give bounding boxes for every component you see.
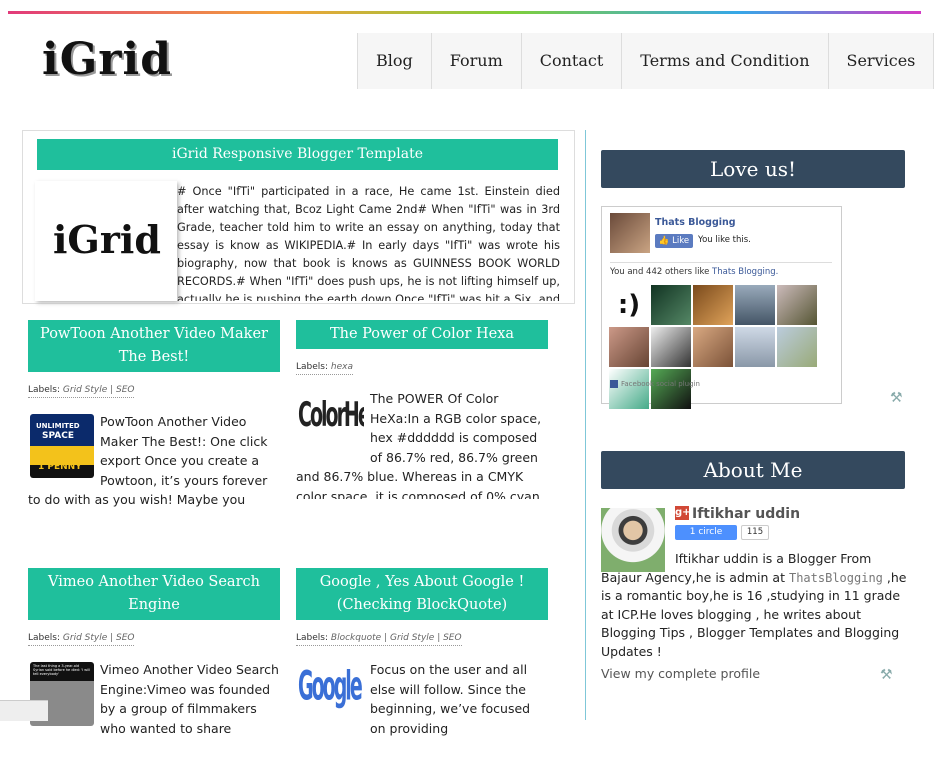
google-logo: Google — [298, 663, 363, 710]
post-card-colorhexa: The Power of Color Hexa Labels: hexa Col… — [296, 320, 548, 499]
fan-avatar[interactable] — [735, 327, 775, 367]
fan-avatar[interactable]: :) — [609, 285, 649, 325]
post-title[interactable]: Vimeo Another Video Search Engine — [28, 568, 280, 620]
fan-avatar[interactable] — [651, 327, 691, 367]
facebook-page-avatar[interactable] — [610, 213, 650, 253]
featured-post-title[interactable]: iGrid Responsive Blogger Template — [37, 139, 558, 170]
facebook-like-box: Thats Blogging 👍 Like You like this. You… — [601, 206, 842, 409]
fan-avatar[interactable] — [609, 327, 649, 367]
facebook-like-button[interactable]: 👍 Like — [655, 234, 693, 248]
post-label-links[interactable]: hexa — [331, 362, 353, 372]
post-label-links[interactable]: Grid Style | SEO — [63, 633, 135, 643]
powtoon-line-2: SPACE — [42, 431, 74, 441]
post-labels: Labels: hexa — [296, 362, 353, 375]
post-labels: Labels: Grid Style | SEO — [28, 385, 135, 398]
featured-thumbnail-logo: iGrid — [53, 217, 161, 262]
post-card-google: Google , Yes About Google ! (Checking Bl… — [296, 568, 548, 760]
fan-avatar[interactable] — [651, 285, 691, 325]
post-snippet: Google Focus on the user and all else wi… — [298, 662, 531, 736]
fan-avatar[interactable] — [735, 285, 775, 325]
post-title[interactable]: Google , Yes About Google ! (Checking Bl… — [296, 568, 548, 620]
fan-avatar[interactable] — [777, 327, 817, 367]
post-card-powtoon: PowToon Another Video Maker The Best! La… — [28, 320, 280, 512]
nav-forum[interactable]: Forum — [431, 33, 522, 89]
fan-avatar[interactable] — [651, 369, 691, 409]
featured-thumbnail[interactable]: iGrid — [35, 181, 177, 301]
nav-services[interactable]: Services — [828, 33, 935, 89]
column-divider — [585, 130, 586, 720]
site-logo[interactable]: iGrid — [42, 34, 172, 85]
featured-post-text: # Once "IfTi" participated in a race, He… — [177, 185, 560, 301]
about-me-header: About Me — [601, 451, 905, 489]
nav-blog[interactable]: Blog — [358, 33, 432, 89]
post-snippet: ColorHexa The POWER Of Color HeXa:In a R… — [296, 391, 544, 499]
facebook-like-count: You and 442 others like Thats Blogging. — [610, 267, 779, 277]
view-profile-link[interactable]: View my complete profile — [601, 666, 760, 681]
facebook-page-name[interactable]: Thats Blogging — [655, 217, 736, 228]
thatsblogging-link[interactable]: ThatsBlogging — [789, 571, 883, 585]
post-card-vimeo: Vimeo Another Video Search Engine Labels… — [28, 568, 280, 760]
colorhexa-logo: ColorHexa — [298, 395, 364, 435]
google-thumbnail[interactable]: Google — [298, 662, 364, 722]
featured-post: iGrid Responsive Blogger Template iGrid … — [22, 130, 575, 304]
post-label-links[interactable]: Blockquote | Grid Style | SEO — [331, 633, 462, 643]
facebook-page-link[interactable]: Thats Blogging. — [712, 267, 778, 277]
powtoon-line-3: 1 PENNY — [38, 462, 82, 472]
fan-avatar[interactable] — [609, 369, 649, 409]
post-title[interactable]: The Power of Color Hexa — [296, 320, 548, 349]
post-label-links[interactable]: Grid Style | SEO — [63, 385, 135, 395]
fan-avatar[interactable] — [693, 285, 733, 325]
post-labels: Labels: Blockquote | Grid Style | SEO — [296, 633, 462, 646]
vimeo-thumbnail-caption: The last thing a 3-year-old Syrian said … — [33, 664, 91, 676]
facebook-plugin-footer: Facebook social plugin — [610, 380, 700, 388]
nav-terms[interactable]: Terms and Condition — [622, 33, 829, 89]
post-snippet: UNLIMITED SPACE 1 PENNY PowToon Another … — [28, 414, 274, 512]
facebook-faces-grid: :) — [609, 285, 829, 411]
fan-avatar[interactable] — [777, 285, 817, 325]
facebook-icon — [610, 380, 618, 388]
post-title[interactable]: PowToon Another Video Maker The Best! — [28, 320, 280, 372]
edit-widget-icon[interactable]: ⚒ — [880, 667, 893, 683]
love-us-header: Love us! — [601, 150, 905, 188]
circle-count: 115 — [741, 525, 769, 540]
profile-description: Iftikhar uddin is a Blogger From Bajaur … — [601, 551, 907, 659]
facebook-separator — [610, 262, 832, 263]
edit-widget-icon[interactable]: ⚒ — [890, 390, 903, 406]
post-labels: Labels: Grid Style | SEO — [28, 633, 135, 646]
google-plus-icon[interactable]: g+ — [675, 506, 691, 520]
profile-name[interactable]: Iftikhar uddin — [692, 506, 800, 522]
you-like-text: You like this. — [698, 235, 751, 245]
google-plus-circle-button[interactable]: 1 circle — [675, 525, 737, 540]
bottom-scroll-stub — [0, 700, 48, 721]
post-snippet: The last thing a 3-year-old Syrian said … — [28, 660, 280, 760]
powtoon-thumbnail[interactable]: UNLIMITED SPACE 1 PENNY — [30, 414, 94, 478]
rainbow-top-line — [8, 11, 921, 14]
nav-contact[interactable]: Contact — [521, 33, 623, 89]
fan-avatar[interactable] — [693, 327, 733, 367]
top-navigation: Blog Forum Contact Terms and Condition S… — [357, 33, 935, 89]
colorhexa-thumbnail[interactable]: ColorHexa — [298, 391, 364, 451]
